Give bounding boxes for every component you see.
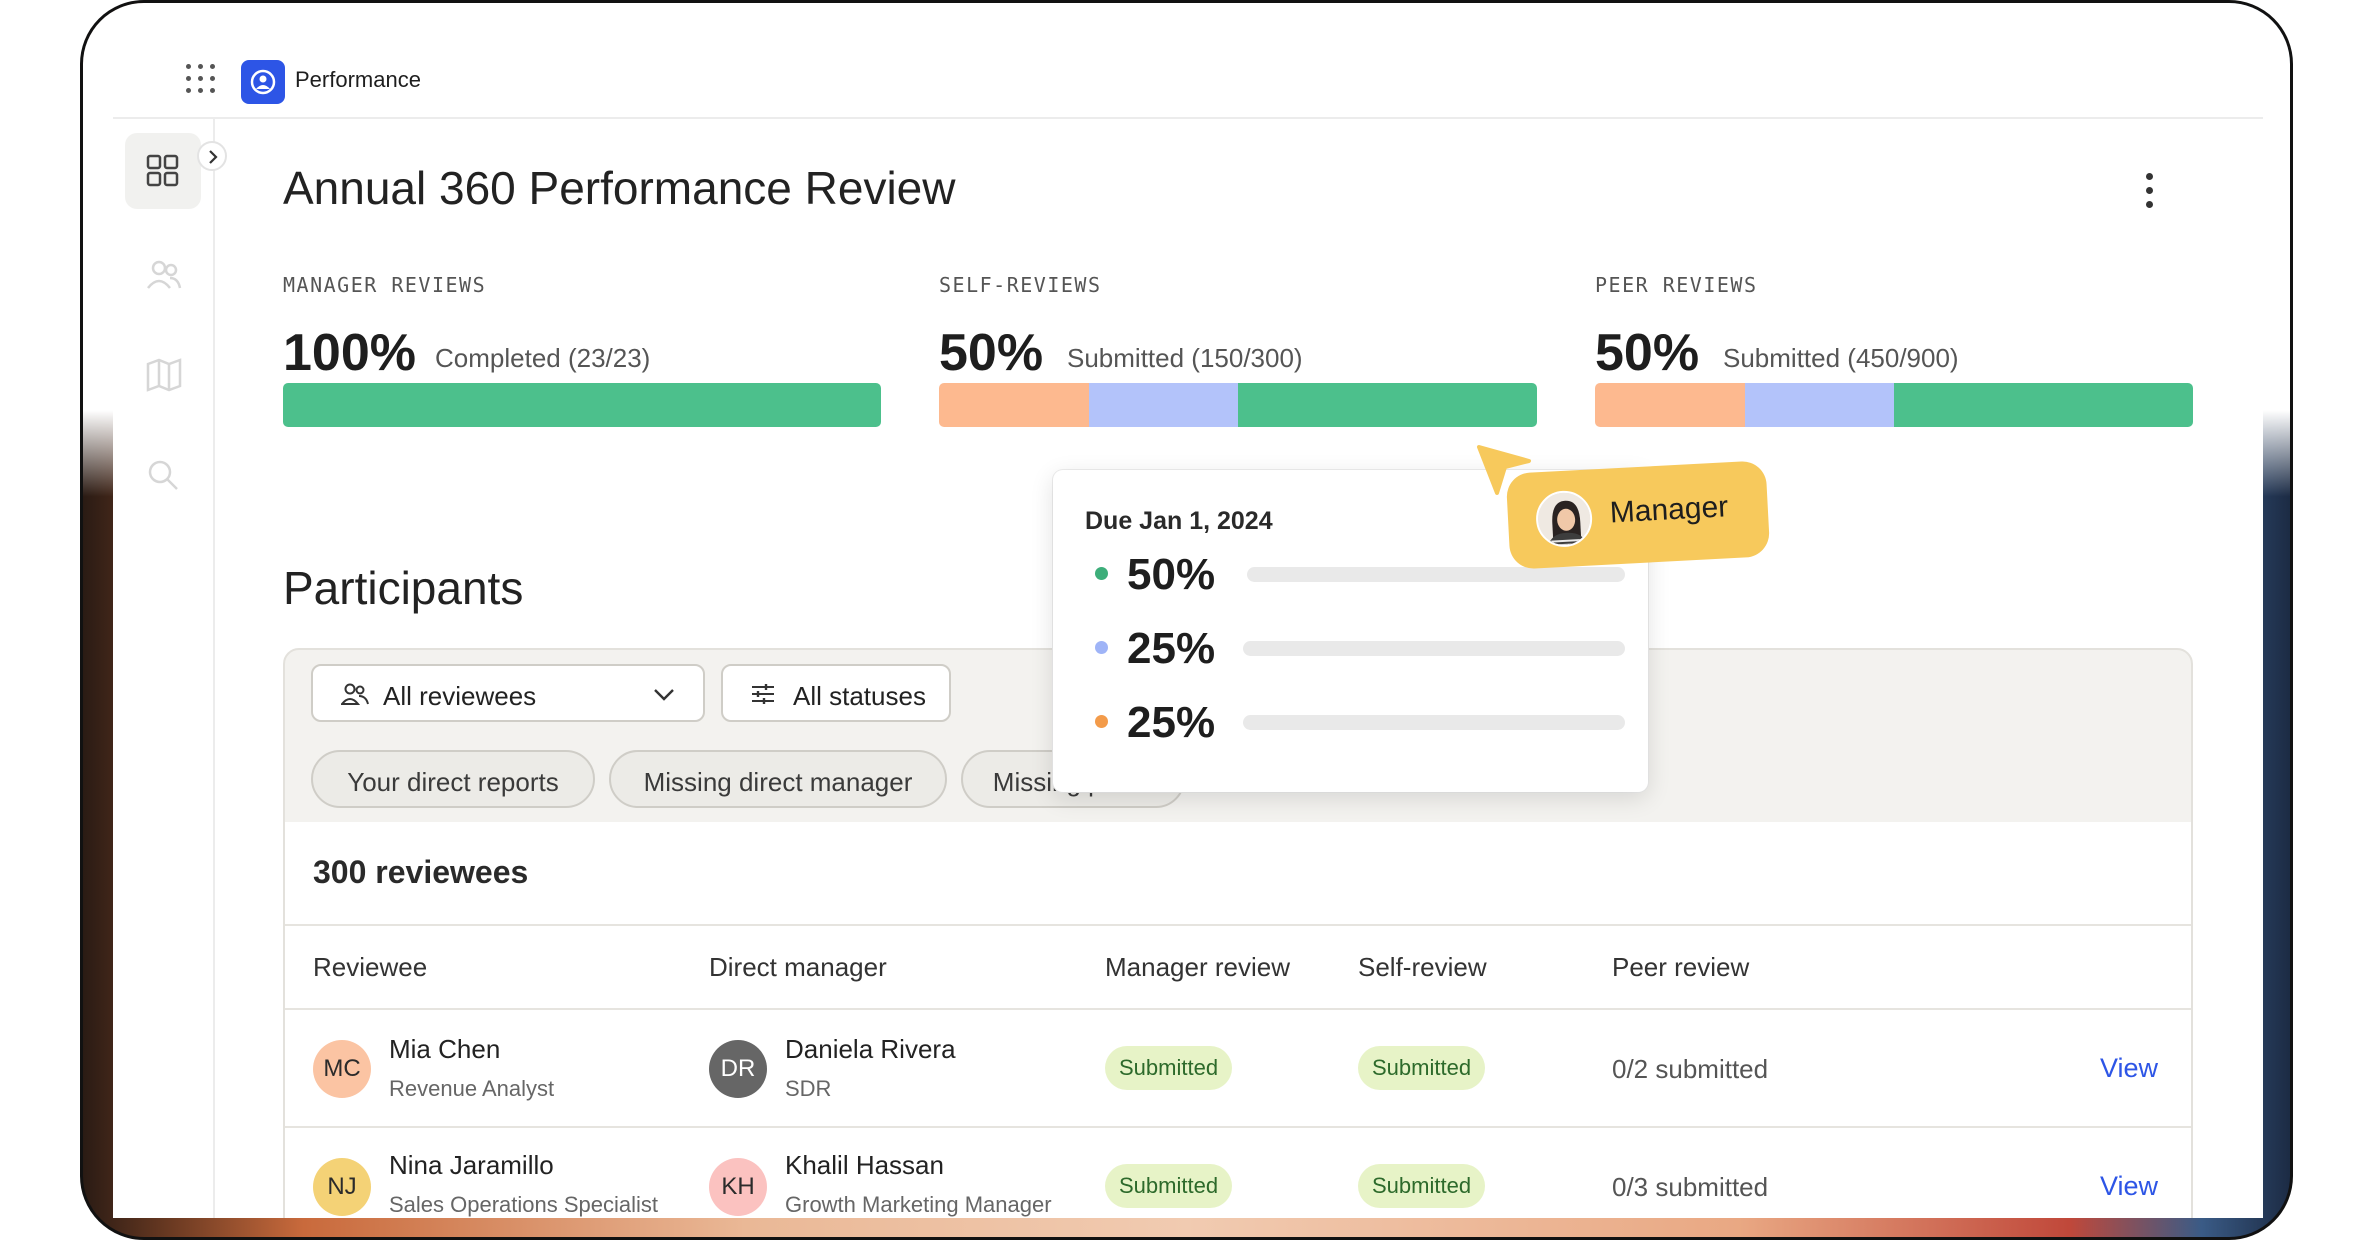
tooltip-track <box>1247 567 1625 582</box>
sidebar-item-library[interactable] <box>125 337 201 413</box>
reviewee-count: 300 reviewees <box>313 854 529 890</box>
stat-percent: 50% <box>1595 324 1700 382</box>
progress-bar[interactable] <box>939 383 1537 427</box>
manager-avatar-photo <box>1534 489 1594 549</box>
status-badge: Submitted <box>1358 1046 1486 1090</box>
view-link[interactable]: View <box>2100 1171 2158 1202</box>
legend-dot <box>1095 715 1108 728</box>
column-header[interactable]: Self-review <box>1358 952 1487 983</box>
status-badge: Submitted <box>1105 1164 1233 1208</box>
stat-label: PEER REVIEWS <box>1595 273 1758 297</box>
reviewees-filter-dropdown[interactable]: All reviewees <box>311 664 705 722</box>
manager-name[interactable]: Daniela Rivera <box>785 1034 956 1065</box>
stat-description: Completed (23/23) <box>435 343 651 373</box>
divider <box>285 924 2191 926</box>
tooltip-percent: 50% <box>1127 550 1216 599</box>
statuses-filter-dropdown[interactable]: All statuses <box>721 664 951 722</box>
stat-manager-reviews: MANAGER REVIEWS 100% Completed (23/23) <box>283 273 883 427</box>
tooltip-due-date: Due Jan 1, 2024 <box>1085 507 1273 535</box>
tooltip-track <box>1243 641 1625 656</box>
reviewee-role: Sales Operations Specialist <box>389 1192 659 1217</box>
stat-self-reviews: SELF-REVIEWS 50% Submitted (150/300) <box>939 273 1539 427</box>
participants-heading: Participants <box>283 562 524 614</box>
progress-segment <box>1088 383 1238 427</box>
app-name[interactable]: Performance <box>295 67 421 93</box>
tooltip-row: 25% <box>1085 622 1625 673</box>
tooltip-track <box>1243 715 1625 730</box>
app-window: Performance Annual 360 Performance Revie… <box>113 33 2263 1218</box>
stat-peer-reviews: PEER REVIEWS 50% Submitted (450/900) <box>1595 273 2195 427</box>
sidebar-expand-button[interactable] <box>197 141 227 171</box>
sidebar-item-search[interactable] <box>125 437 201 513</box>
status-badge: Submitted <box>1105 1046 1233 1090</box>
dashboard-icon <box>146 154 179 187</box>
progress-bar[interactable] <box>1595 383 2193 427</box>
column-header[interactable]: Peer review <box>1612 952 1749 983</box>
chip-direct-reports[interactable]: Your direct reports <box>311 750 595 808</box>
manager-avatar: KH <box>709 1158 767 1216</box>
reviewee-table: 300 reviewees Reviewee Direct manager Ma… <box>285 822 2191 1218</box>
progress-bar[interactable] <box>283 383 881 427</box>
manager-cursor-tag: Manager <box>1505 460 1771 570</box>
filter-value: All reviewees <box>383 681 537 711</box>
legend-dot <box>1095 567 1108 580</box>
tooltip-percent: 25% <box>1127 698 1216 747</box>
reviewee-name[interactable]: Mia Chen <box>389 1034 500 1065</box>
people-icon <box>147 260 182 289</box>
manager-avatar: DR <box>709 1040 767 1098</box>
sidebar-item-dashboard[interactable] <box>125 133 201 209</box>
manager-role: SDR <box>785 1076 832 1101</box>
device-frame: Performance Annual 360 Performance Revie… <box>80 0 2293 1240</box>
status-badge: Submitted <box>1358 1164 1486 1208</box>
progress-segment <box>1894 383 2193 427</box>
reviewee-name[interactable]: Nina Jaramillo <box>389 1150 554 1181</box>
chevron-down-icon <box>654 689 674 701</box>
peer-review-status: 0/2 submitted <box>1612 1054 1769 1084</box>
grid-dots-icon[interactable] <box>186 64 216 94</box>
more-options-icon[interactable] <box>2143 171 2155 211</box>
legend-dot <box>1095 641 1108 654</box>
stat-description: Submitted (150/300) <box>1067 343 1303 373</box>
chip-label: Your direct reports <box>347 767 559 797</box>
manager-name[interactable]: Khalil Hassan <box>785 1150 944 1181</box>
people-icon <box>341 683 369 705</box>
column-header[interactable]: Reviewee <box>313 952 427 983</box>
top-bar: Performance <box>113 33 2263 119</box>
table-row[interactable]: MC Mia Chen Revenue Analyst DR Daniela R… <box>285 1010 2191 1126</box>
view-link[interactable]: View <box>2100 1053 2158 1084</box>
table-row[interactable]: NJ Nina Jaramillo Sales Operations Speci… <box>285 1128 2191 1218</box>
progress-segment <box>1238 383 1537 427</box>
progress-segment <box>1595 383 1745 427</box>
performance-logo-icon[interactable] <box>241 60 285 104</box>
stat-percent: 50% <box>939 324 1044 382</box>
tooltip-row: 25% <box>1085 696 1625 747</box>
peer-review-status: 0/3 submitted <box>1612 1172 1769 1202</box>
chevron-right-icon <box>209 150 218 164</box>
column-header[interactable]: Manager review <box>1105 952 1290 983</box>
sidebar-item-people[interactable] <box>125 237 201 313</box>
chip-missing-manager[interactable]: Missing direct manager <box>609 750 947 808</box>
search-icon <box>148 460 178 490</box>
sidebar <box>113 119 227 1218</box>
stat-label: MANAGER REVIEWS <box>283 273 487 297</box>
book-icon <box>146 358 182 392</box>
chip-label: Missing direct manager <box>643 767 913 797</box>
stat-label: SELF-REVIEWS <box>939 273 1102 297</box>
progress-segment <box>939 383 1089 427</box>
progress-segment <box>283 383 881 427</box>
progress-segment <box>1744 383 1894 427</box>
column-header[interactable]: Direct manager <box>709 952 887 983</box>
filter-value: All statuses <box>793 681 926 711</box>
avatar: NJ <box>313 1158 371 1216</box>
tooltip-percent: 25% <box>1127 624 1216 673</box>
cursor-tag-label: Manager <box>1608 490 1729 530</box>
page-title: Annual 360 Performance Review <box>283 162 956 214</box>
avatar: MC <box>313 1040 371 1098</box>
manager-role: Growth Marketing Manager <box>785 1192 1052 1217</box>
reviewee-role: Revenue Analyst <box>389 1076 555 1101</box>
sliders-icon <box>752 684 774 704</box>
stat-description: Submitted (450/900) <box>1723 343 1959 373</box>
stat-percent: 100% <box>283 324 416 382</box>
